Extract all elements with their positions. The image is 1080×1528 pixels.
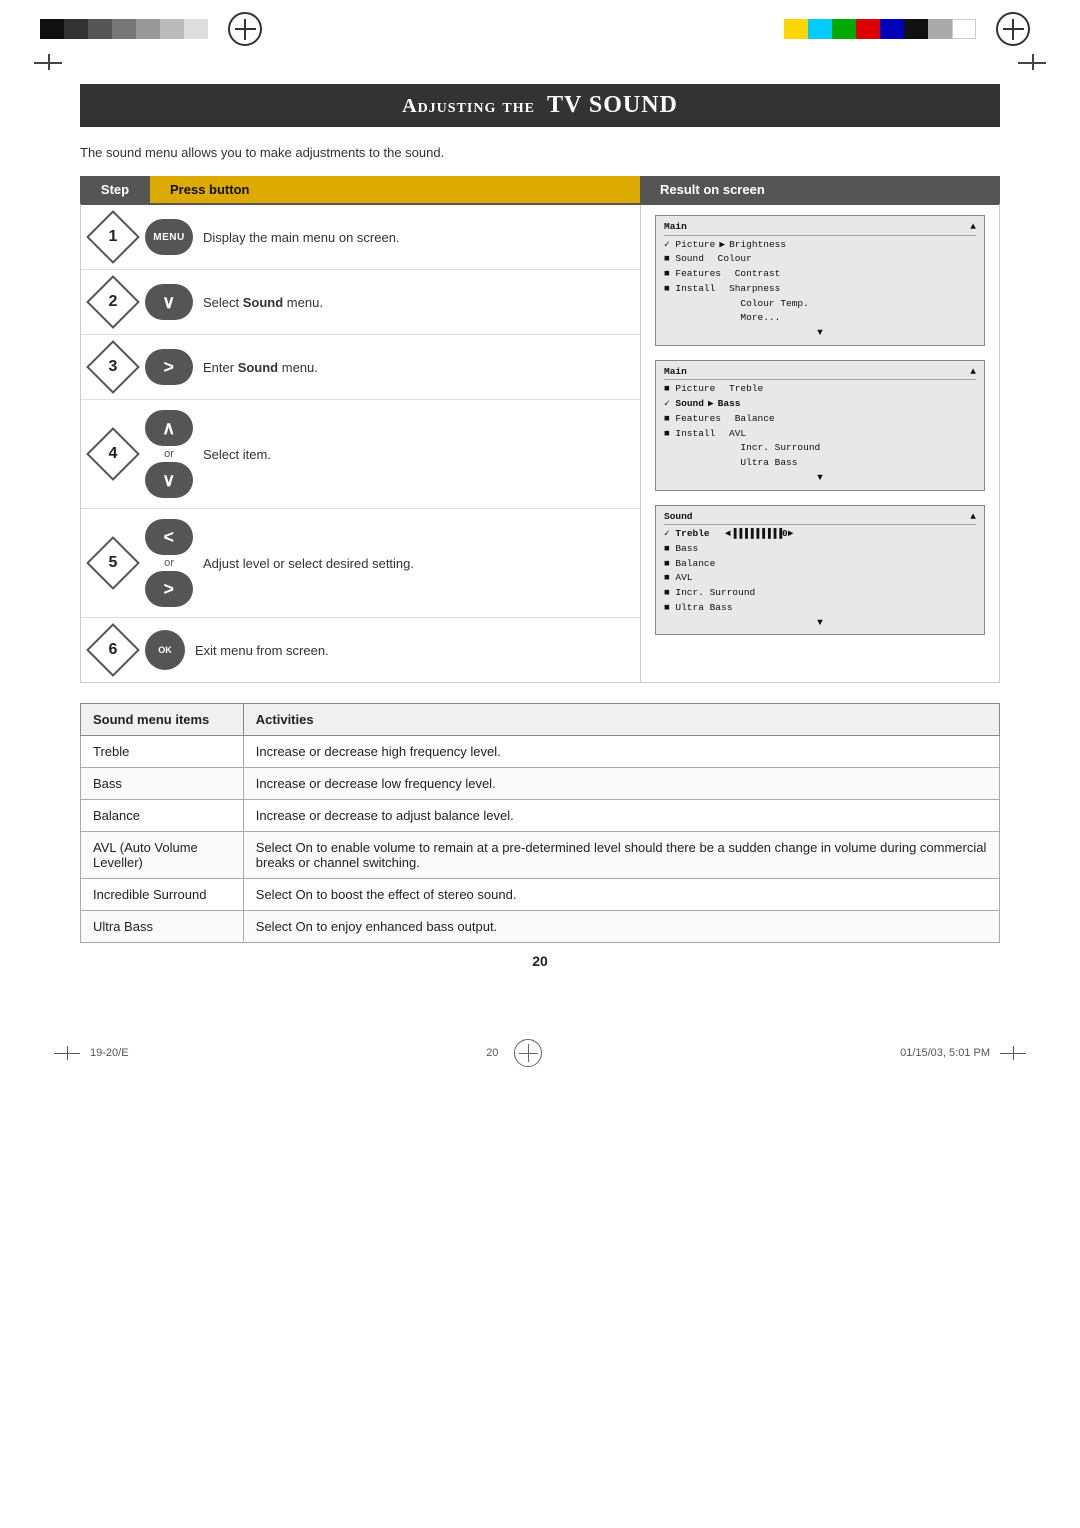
table-header-item: Sound menu items (81, 704, 244, 736)
table-cell-item: Bass (81, 768, 244, 800)
footer-center: 20 (486, 1047, 498, 1059)
footer-left: 19-20/E (90, 1047, 129, 1059)
color-chip (64, 19, 88, 39)
crosshair-right (996, 12, 1030, 46)
screen-1: Main▲ ✓ Picture▶Brightness ■ Sound Colou… (655, 215, 985, 346)
table-cell-activity: Increase or decrease to adjust balance l… (243, 800, 999, 832)
crosshair-left (228, 12, 262, 46)
step-3-button: > (145, 349, 193, 385)
step-6-desc: Exit menu from screen. (195, 643, 640, 658)
color-chip (88, 19, 112, 39)
screen-3: Sound▲ ✓ Treble ◄▐▐▐▐▐▐▐▐▐0► ■ Bass ■ Ba… (655, 505, 985, 636)
table-cell-activity: Select On to enjoy enhanced bass output. (243, 911, 999, 943)
table-cell-activity: Increase or decrease high frequency leve… (243, 736, 999, 768)
step-5-buttons: < or > (145, 519, 193, 607)
reg-mark-left (40, 54, 56, 70)
reg-mark-right (1024, 54, 1040, 70)
step-4-row: 4 ∧ or ∨ Select item. (81, 400, 640, 509)
table-row: Bass Increase or decrease low frequency … (81, 768, 1000, 800)
table-cell-item: Treble (81, 736, 244, 768)
sound-menu-table: Sound menu items Activities Treble Incre… (80, 703, 1000, 943)
page-title: Adjusting the TV Sound (100, 92, 980, 119)
step-2-row: 2 ∨ Select Sound menu. (81, 270, 640, 335)
table-cell-activity: Select On to enable volume to remain at … (243, 832, 999, 879)
color-chip-yellow (784, 19, 808, 39)
color-chip-green (832, 19, 856, 39)
step-4-buttons: ∧ or ∨ (145, 410, 193, 498)
color-chip-blue (880, 19, 904, 39)
page-title-box: Adjusting the TV Sound (80, 84, 1000, 127)
table-header-activity: Activities (243, 704, 999, 736)
table-row: Balance Increase or decrease to adjust b… (81, 800, 1000, 832)
page-number: 20 (80, 953, 1000, 969)
color-chip-white (952, 19, 976, 39)
color-chip (136, 19, 160, 39)
table-cell-item: Balance (81, 800, 244, 832)
step-2-button: ∨ (145, 284, 193, 320)
step-1-desc: Display the main menu on screen. (203, 230, 640, 245)
table-cell-item: Incredible Surround (81, 879, 244, 911)
table-row: Ultra Bass Select On to enjoy enhanced b… (81, 911, 1000, 943)
color-chip-gray (928, 19, 952, 39)
step-3-row: 3 > Enter Sound menu. (81, 335, 640, 400)
footer: 19-20/E 20 01/15/03, 5:01 PM (0, 1023, 1080, 1083)
table-cell-item: AVL (Auto Volume Leveller) (81, 832, 244, 879)
step-5-number: 5 (91, 541, 135, 585)
table-row: Incredible Surround Select On to boost t… (81, 879, 1000, 911)
step-2-number: 2 (91, 280, 135, 324)
subtitle: The sound menu allows you to make adjust… (80, 145, 1000, 160)
step-column-header: Step (80, 176, 150, 203)
footer-crosshair (514, 1039, 542, 1067)
table-row: Treble Increase or decrease high frequen… (81, 736, 1000, 768)
step-3-desc: Enter Sound menu. (203, 360, 640, 375)
reg-mark-bottom-left (60, 1046, 74, 1060)
step-3-number: 3 (91, 345, 135, 389)
step-4-number: 4 (91, 432, 135, 476)
table-row: AVL (Auto Volume Leveller) Select On to … (81, 832, 1000, 879)
table-cell-item: Ultra Bass (81, 911, 244, 943)
step-4-desc: Select item. (203, 447, 640, 462)
step-5-desc: Adjust level or select desired setting. (203, 556, 640, 571)
press-button-column-header: Press button (150, 176, 640, 203)
color-chip (184, 19, 208, 39)
table-cell-activity: Select On to boost the effect of stereo … (243, 879, 999, 911)
step-1-number: 1 (91, 215, 135, 259)
step-6-number: 6 (91, 628, 135, 672)
color-chip (112, 19, 136, 39)
color-chip-cyan (808, 19, 832, 39)
step-6-button: OK (145, 630, 185, 670)
reg-mark-bottom-right (1006, 1046, 1020, 1060)
step-2-desc: Select Sound menu. (203, 295, 640, 310)
color-chip (160, 19, 184, 39)
result-screens: Main▲ ✓ Picture▶Brightness ■ Sound Colou… (655, 215, 985, 643)
table-cell-activity: Increase or decrease low frequency level… (243, 768, 999, 800)
screen-2: Main▲ ■ Picture Treble ✓ Sound▶Bass ■ Fe… (655, 360, 985, 491)
footer-right: 01/15/03, 5:01 PM (900, 1047, 990, 1059)
step-1-button: MENU (145, 219, 193, 255)
step-6-row: 6 OK Exit menu from screen. (81, 618, 640, 682)
step-5-row: 5 < or > Adjust level or select desired … (81, 509, 640, 618)
color-chip-black (904, 19, 928, 39)
color-bar-left (40, 19, 208, 39)
step-1-row: 1 MENU Display the main menu on screen. (81, 205, 640, 270)
color-chip (40, 19, 64, 39)
color-bar-right (784, 19, 976, 39)
result-column-header: Result on screen (640, 176, 1000, 203)
color-chip-red (856, 19, 880, 39)
